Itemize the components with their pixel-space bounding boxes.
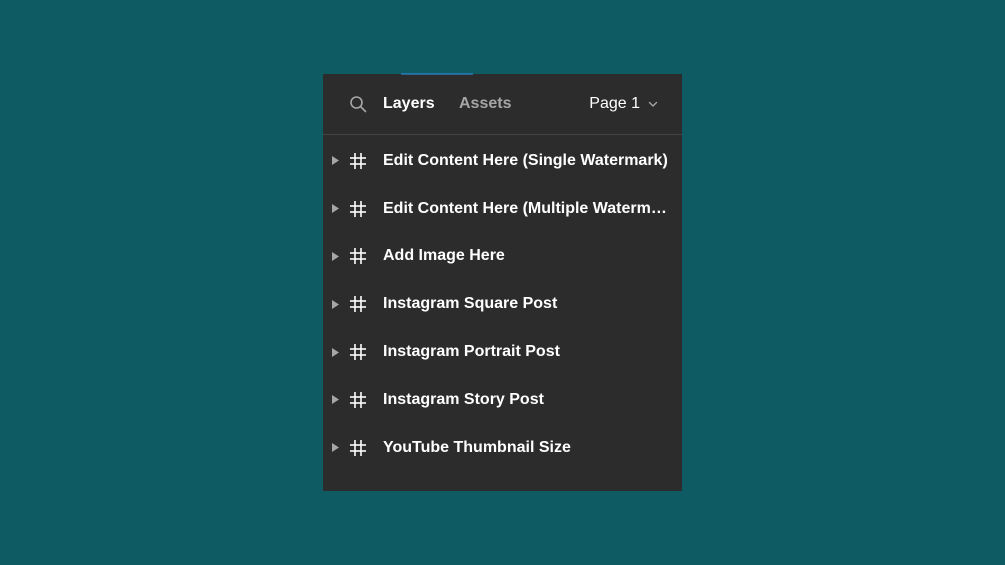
frame-hash-icon [350,439,366,456]
canvas-background: Layers Assets Page 1 Edit Content Here (… [0,0,1005,565]
layer-list: Edit Content Here (Single Watermark) Edi… [323,135,682,472]
frame-hash-icon [350,344,366,361]
frame-hash-icon [350,391,366,408]
chevron-down-icon [648,101,658,107]
caret-right-icon[interactable] [332,156,339,166]
caret-right-icon[interactable] [332,299,339,309]
layer-row[interactable]: YouTube Thumbnail Size [323,424,682,472]
tab-assets[interactable]: Assets [459,94,511,114]
frame-hash-icon [350,200,366,217]
layer-label: Add Image Here [383,247,505,265]
caret-right-icon[interactable] [332,395,339,405]
frame-hash-icon [350,248,366,265]
caret-right-icon[interactable] [332,443,339,453]
tab-layers[interactable]: Layers [383,94,435,114]
layer-row[interactable]: Edit Content Here (Single Watermark) [323,137,682,185]
layer-label: Instagram Square Post [383,295,558,313]
search-icon[interactable] [349,95,367,113]
layer-label: Instagram Story Post [383,390,544,408]
page-selector[interactable]: Page 1 [589,94,658,114]
layer-label: Edit Content Here (Single Watermark) [383,151,668,169]
layer-label: Edit Content Here (Multiple Watermarks) [383,199,668,217]
caret-right-icon[interactable] [332,251,339,261]
layer-row[interactable]: Instagram Square Post [323,280,682,328]
caret-right-icon[interactable] [332,347,339,357]
page-selector-label: Page 1 [589,95,640,112]
panel-header: Layers Assets Page 1 [323,74,682,135]
frame-hash-icon [350,296,366,313]
layer-row[interactable]: Add Image Here [323,233,682,281]
frame-hash-icon [350,152,366,169]
layer-label: Instagram Portrait Post [383,343,560,361]
layer-row[interactable]: Instagram Portrait Post [323,328,682,376]
layer-row[interactable]: Instagram Story Post [323,376,682,424]
layers-panel: Layers Assets Page 1 Edit Content Here (… [323,73,682,491]
layer-label: YouTube Thumbnail Size [383,438,571,456]
caret-right-icon[interactable] [332,204,339,214]
layer-row[interactable]: Edit Content Here (Multiple Watermarks) [323,185,682,233]
